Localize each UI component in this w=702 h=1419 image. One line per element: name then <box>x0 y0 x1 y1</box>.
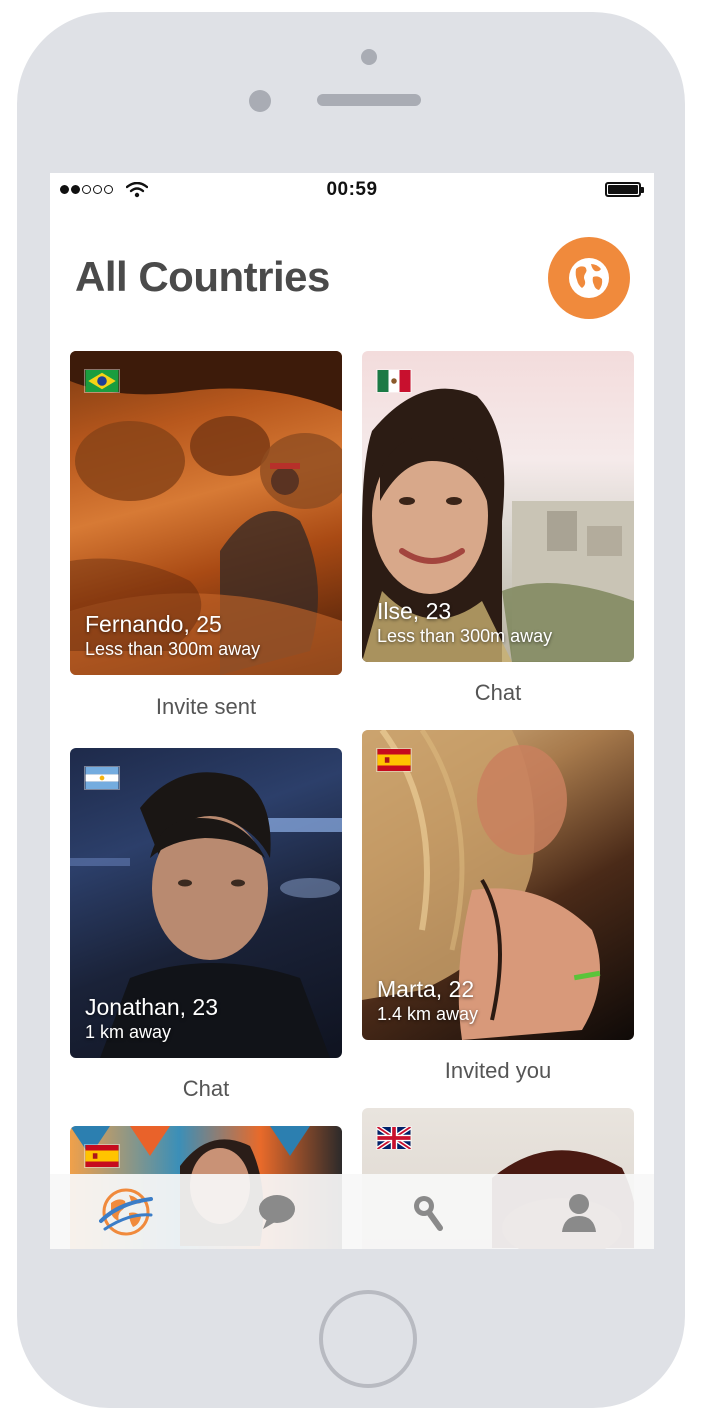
clock: 00:59 <box>326 179 378 200</box>
earpiece-speaker <box>317 94 421 106</box>
app-screen: 00:59 All Countries Fernando, 25 Less th… <box>50 173 654 1249</box>
tab-chats[interactable] <box>201 1174 352 1249</box>
card-caption: Fernando, 25 Less than 300m away <box>85 611 260 661</box>
card-name: Fernando, 25 <box>85 611 222 637</box>
tab-search[interactable] <box>352 1174 503 1249</box>
profile-card-marta[interactable]: Marta, 22 1.4 km away <box>362 730 634 1040</box>
spain-flag-icon <box>84 1144 120 1168</box>
uk-flag-icon <box>376 1126 412 1150</box>
argentina-flag-icon <box>84 766 120 790</box>
globe-icon <box>98 1188 153 1235</box>
globe-button[interactable] <box>548 237 630 319</box>
status-bar: 00:59 <box>50 173 654 207</box>
profile-card-jonathan[interactable]: Jonathan, 23 1 km away <box>70 748 342 1058</box>
card-distance: Less than 300m away <box>377 626 553 646</box>
card-distance: 1 km away <box>85 1022 172 1042</box>
card-caption: Ilse, 23 Less than 300m away <box>377 598 552 648</box>
card-caption: Marta, 22 1.4 km away <box>377 976 478 1026</box>
brazil-flag-icon <box>84 369 120 393</box>
page-title: All Countries <box>75 253 330 300</box>
chat-bubble-icon <box>258 1194 295 1229</box>
battery-cap <box>641 187 644 193</box>
profile-icon <box>561 1193 596 1232</box>
mexico-flag-icon <box>376 369 412 393</box>
front-camera <box>249 90 271 112</box>
home-button[interactable] <box>319 1290 417 1388</box>
front-sensor <box>361 49 377 65</box>
tab-profile[interactable] <box>503 1174 654 1249</box>
card-distance: 1.4 km away <box>377 1004 479 1024</box>
card-status-chat[interactable]: Chat <box>70 1076 342 1102</box>
tab-bar <box>50 1174 654 1249</box>
spain-flag-icon <box>376 748 412 772</box>
tab-discover[interactable] <box>50 1174 201 1249</box>
card-distance: Less than 300m away <box>85 639 261 659</box>
card-caption: Jonathan, 23 1 km away <box>85 994 218 1044</box>
card-name: Marta, 22 <box>377 976 475 1002</box>
card-status-invite-sent[interactable]: Invite sent <box>70 694 342 720</box>
card-status-invited-you[interactable]: Invited you <box>362 1058 634 1084</box>
search-icon <box>413 1195 443 1231</box>
globe-icon <box>569 258 609 298</box>
card-name: Ilse, 23 <box>377 598 452 624</box>
profile-card-fernando[interactable]: Fernando, 25 Less than 300m away <box>70 351 342 675</box>
card-status-chat[interactable]: Chat <box>362 680 634 706</box>
card-name: Jonathan, 23 <box>85 994 219 1020</box>
battery-icon <box>605 182 641 197</box>
profile-card-ilse[interactable]: Ilse, 23 Less than 300m away <box>362 351 634 662</box>
